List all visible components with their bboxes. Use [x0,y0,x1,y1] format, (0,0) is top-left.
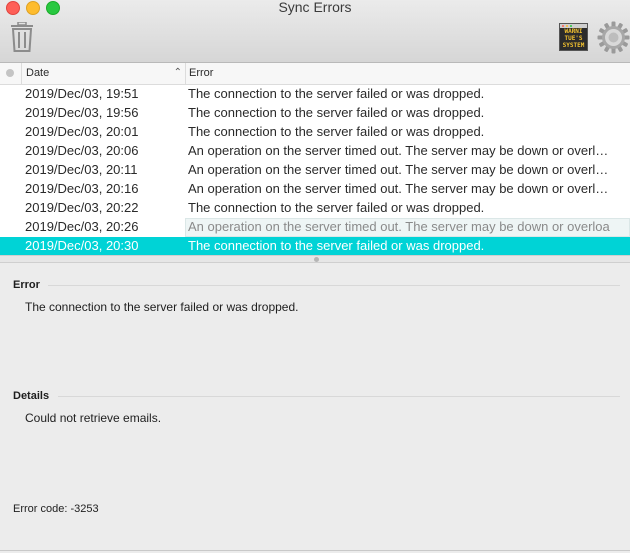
row-error: The connection to the server failed or w… [188,86,485,101]
row-error: The connection to the server failed or w… [188,105,485,120]
table-row[interactable]: 2019/Dec/03, 19:51 The connection to the… [0,85,630,104]
details-section-divider [58,396,620,397]
row-date: 2019/Dec/03, 20:11 [25,162,138,177]
console-icon-text-3: SYSTEM [562,42,585,49]
details-message: Could not retrieve emails. [25,411,162,425]
console-icon-text-2: TUE'S [564,35,583,42]
status-dot-icon [6,69,14,77]
row-date: 2019/Dec/03, 20:06 [25,143,139,158]
toolbar: Sync Errors WARNI TUE'S SYSTEM [0,0,630,63]
row-error: An operation on the server timed out. Th… [188,143,609,158]
table-row[interactable]: 2019/Dec/03, 19:56 The connection to the… [0,104,630,123]
error-column-label: Error [189,67,214,79]
table-header: Date ⌃ Error [0,63,630,85]
error-message: The connection to the server failed or w… [25,300,299,314]
row-error: The connection to the server failed or w… [188,200,485,215]
row-date: 2019/Dec/03, 20:26 [25,219,139,234]
row-date: 2019/Dec/03, 20:30 [25,238,139,253]
divider-handle-icon [314,257,319,262]
details-section-title: Details [13,390,50,402]
error-column-header[interactable]: Error [186,63,630,84]
error-section-title: Error [13,279,40,291]
row-date: 2019/Dec/03, 19:51 [25,86,139,101]
console-icon-text-1: WARNI [564,28,583,35]
table-row[interactable]: 2019/Dec/03, 20:11 An operation on the s… [0,161,630,180]
table-rows: 2019/Dec/03, 19:51 The connection to the… [0,85,630,256]
date-column-label: Date [26,67,50,79]
row-date: 2019/Dec/03, 20:01 [25,124,139,139]
row-error: An operation on the server timed out. Th… [188,219,610,234]
status-column-header[interactable] [0,63,22,84]
detail-pane: Error The connection to the server faile… [0,263,630,553]
window-title: Sync Errors [278,0,352,15]
gear-icon[interactable] [597,21,630,54]
row-date: 2019/Dec/03, 20:22 [25,200,139,215]
error-section-divider [48,285,620,286]
row-date: 2019/Dec/03, 19:56 [25,105,139,120]
table-row[interactable]: 2019/Dec/03, 20:06 An operation on the s… [0,142,630,161]
errors-table: Date ⌃ Error 2019/Dec/03, 19:51 The conn… [0,63,630,256]
row-error: An operation on the server timed out. Th… [188,181,609,196]
row-error: The connection to the server failed or w… [188,124,485,139]
date-column-header[interactable]: Date ⌃ [22,63,186,84]
trash-icon[interactable] [9,22,35,52]
console-icon[interactable]: WARNI TUE'S SYSTEM [559,23,588,51]
table-row[interactable]: 2019/Dec/03, 20:26 An operation on the s… [0,218,630,237]
sync-errors-window: Sync Errors WARNI TUE'S SYSTEM Date ⌃ Er… [0,0,630,553]
error-code: Error code: -3253 [13,503,99,515]
table-row[interactable]: 2019/Dec/03, 20:16 An operation on the s… [0,180,630,199]
split-view-divider[interactable] [0,255,630,263]
table-row-selected[interactable]: 2019/Dec/03, 20:30 The connection to the… [0,237,630,256]
table-row[interactable]: 2019/Dec/03, 20:22 The connection to the… [0,199,630,218]
bottom-divider [0,550,630,551]
row-date: 2019/Dec/03, 20:16 [25,181,139,196]
row-error: An operation on the server timed out. Th… [188,162,609,177]
row-error: The connection to the server failed or w… [188,238,485,253]
table-row[interactable]: 2019/Dec/03, 20:01 The connection to the… [0,123,630,142]
sort-ascending-icon: ⌃ [173,67,182,78]
